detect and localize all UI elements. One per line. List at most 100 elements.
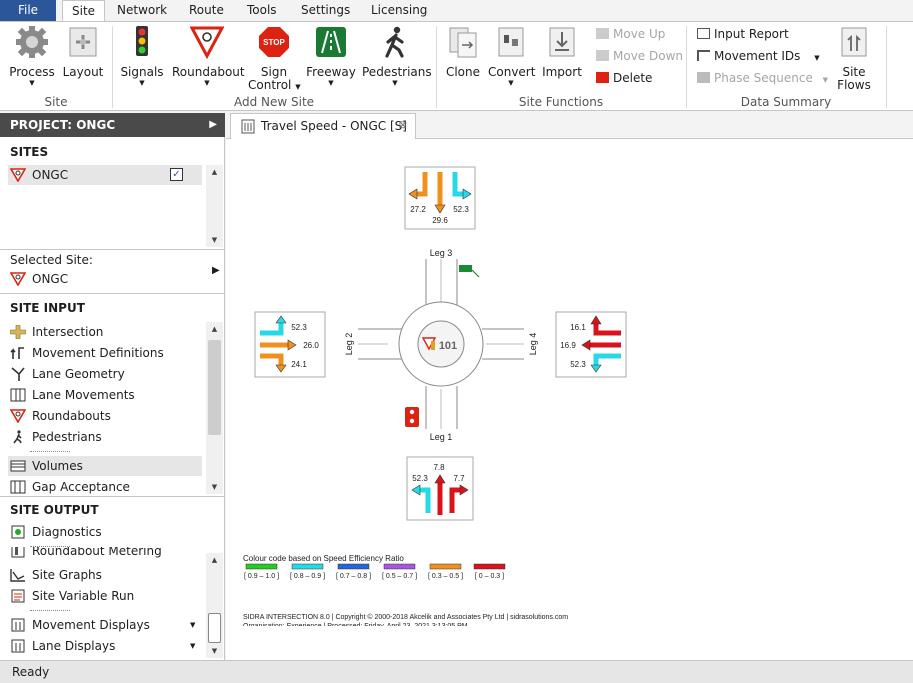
- ribbon: Process ▼ Layout Site Signals ▼ Roundabo…: [0, 21, 913, 111]
- nav-gap-acceptance[interactable]: Gap Acceptance: [10, 477, 130, 495]
- chevron-down-icon: ▼: [190, 642, 196, 650]
- convert-button[interactable]: Convert ▼: [488, 25, 536, 87]
- chevron-down-icon: ▼: [814, 54, 820, 62]
- signals-button[interactable]: Signals ▼: [120, 25, 164, 87]
- site-marker-icon: [431, 341, 435, 350]
- control-text: Control: [248, 78, 292, 92]
- nav-movement-displays[interactable]: Movement Displays ▼: [10, 615, 195, 635]
- nav-lane-geometry[interactable]: Lane Geometry: [10, 364, 125, 384]
- import-button[interactable]: Import: [540, 25, 584, 79]
- report-icon: [697, 28, 710, 39]
- phase-sequence-label: Phase Sequence: [714, 71, 813, 85]
- tab-network[interactable]: Network: [108, 0, 176, 21]
- nav-lane-movements[interactable]: Lane Movements: [10, 385, 135, 405]
- leg-3-label: Leg 3: [430, 248, 453, 258]
- roundabout-button[interactable]: Roundabout ▼: [172, 25, 245, 87]
- site-output-scrollbar[interactable]: ▲ ▼: [206, 553, 223, 658]
- sites-heading: SITES: [10, 145, 49, 159]
- nav-roundabout-metering[interactable]: Roundabout Metering: [10, 547, 162, 561]
- tab-site[interactable]: Site: [62, 0, 106, 22]
- roundabout-sign-icon: [10, 409, 26, 423]
- selected-site-name: ONGC: [32, 272, 69, 286]
- movement-displays-icon: [11, 618, 25, 632]
- file-menu-button[interactable]: File: [0, 0, 56, 21]
- ribbon-tab-bar: File Site Network Route Tools Settings L…: [0, 0, 913, 22]
- north-through-speed: 29.6: [432, 216, 448, 225]
- site-flows-button[interactable]: Site Flows: [832, 25, 876, 92]
- nav-pedestrians[interactable]: Pedestrians: [10, 427, 102, 447]
- legend-title: Colour code based on Speed Efficiency Ra…: [243, 554, 404, 563]
- document-tab[interactable]: Travel Speed - ONGC [S] ⊠: [230, 113, 416, 139]
- nav-site-variable-run[interactable]: Site Variable Run: [10, 586, 134, 606]
- close-icon[interactable]: ⊠: [399, 114, 407, 138]
- lane-displays-icon: [11, 639, 25, 653]
- scroll-up-icon[interactable]: ▲: [206, 322, 223, 336]
- site-output-heading: SITE OUTPUT: [10, 503, 99, 517]
- scroll-down-icon[interactable]: ▼: [206, 480, 223, 494]
- stop-sign-icon: STOP: [259, 27, 289, 57]
- traffic-light-icon: [136, 26, 148, 56]
- site-name: ONGC: [32, 168, 69, 182]
- process-button[interactable]: Process ▼: [8, 25, 56, 87]
- arrow-down-icon: [596, 50, 609, 61]
- chevron-down-icon: ▼: [508, 79, 514, 87]
- selected-site-label: Selected Site:: [10, 253, 93, 267]
- nav-roundabouts[interactable]: Roundabouts: [10, 406, 111, 426]
- south-through-speed: 7.8: [433, 463, 445, 472]
- north-approach-box: 27.2 29.6 52.3: [404, 166, 476, 230]
- tab-tools[interactable]: Tools: [238, 0, 286, 21]
- nav-volumes[interactable]: Volumes: [8, 456, 202, 476]
- delete-button[interactable]: Delete: [596, 69, 652, 87]
- volumes-icon: [10, 460, 26, 472]
- leg-2-label: Leg 2: [344, 333, 354, 356]
- phase-sequence-button[interactable]: Phase Sequence ▼: [697, 69, 828, 87]
- movement-ids-button[interactable]: Movement IDs ▼: [697, 47, 820, 65]
- pedestrians-button[interactable]: Pedestrians ▼: [362, 25, 432, 87]
- tab-licensing[interactable]: Licensing: [362, 0, 436, 21]
- scroll-up-icon[interactable]: ▲: [206, 165, 223, 179]
- nav-site-graphs[interactable]: Site Graphs: [10, 565, 102, 585]
- move-down-button[interactable]: Move Down: [596, 47, 683, 65]
- nav-intersection[interactable]: Intersection: [10, 322, 103, 342]
- scroll-down-icon[interactable]: ▼: [206, 644, 223, 658]
- chevron-right-icon: ▶: [212, 265, 220, 276]
- nav-label: Intersection: [32, 325, 104, 339]
- nav-diagnostics[interactable]: Diagnostics: [10, 522, 102, 542]
- gear-icon: [16, 26, 48, 58]
- nav-lane-displays[interactable]: Lane Displays ▼: [10, 636, 195, 656]
- scroll-thumb[interactable]: [208, 340, 221, 435]
- delete-label: Delete: [613, 71, 653, 85]
- scroll-down-icon[interactable]: ▼: [206, 233, 223, 247]
- status-bar: Ready: [0, 660, 913, 683]
- project-header[interactable]: PROJECT: ONGC ▶: [0, 113, 225, 137]
- legend-label: [ 0.3 – 0.5 ]: [428, 573, 463, 580]
- clone-button[interactable]: Clone: [444, 25, 482, 79]
- convert-icon: [498, 27, 524, 57]
- signals-label: Signals: [120, 65, 164, 79]
- scroll-up-icon[interactable]: ▲: [206, 553, 223, 567]
- move-up-label: Move Up: [613, 27, 666, 41]
- data-summary-group-label: Data Summary: [740, 95, 832, 109]
- move-up-button[interactable]: Move Up: [596, 25, 665, 43]
- sign-control-button[interactable]: STOP Sign Control ▼: [248, 25, 301, 94]
- scroll-thumb[interactable]: [208, 613, 221, 643]
- site-functions-group-label: Site Functions: [518, 95, 604, 109]
- site-list-item[interactable]: ONGC ✓: [8, 165, 202, 185]
- nav-movement-definitions[interactable]: Movement Definitions: [10, 343, 164, 363]
- site-flows-icon: [841, 27, 867, 57]
- metering-icon: [11, 547, 25, 558]
- convert-label: Convert: [488, 65, 536, 79]
- selected-site[interactable]: ONGC: [10, 269, 68, 289]
- layout-button[interactable]: Layout: [60, 25, 106, 79]
- tab-route[interactable]: Route: [180, 0, 233, 21]
- freeway-button[interactable]: Freeway ▼: [306, 25, 356, 87]
- input-report-button[interactable]: Input Report: [697, 25, 789, 43]
- divider: [0, 249, 225, 250]
- site-checkbox[interactable]: ✓: [170, 168, 183, 181]
- sites-scrollbar[interactable]: ▲ ▼: [206, 165, 223, 247]
- site-input-scrollbar[interactable]: ▲ ▼: [206, 322, 223, 494]
- clipped-row: Roundabout Metering: [0, 547, 206, 561]
- tab-settings[interactable]: Settings: [292, 0, 359, 21]
- pedestrian-icon: [385, 26, 404, 58]
- legend-swatch: [429, 563, 462, 570]
